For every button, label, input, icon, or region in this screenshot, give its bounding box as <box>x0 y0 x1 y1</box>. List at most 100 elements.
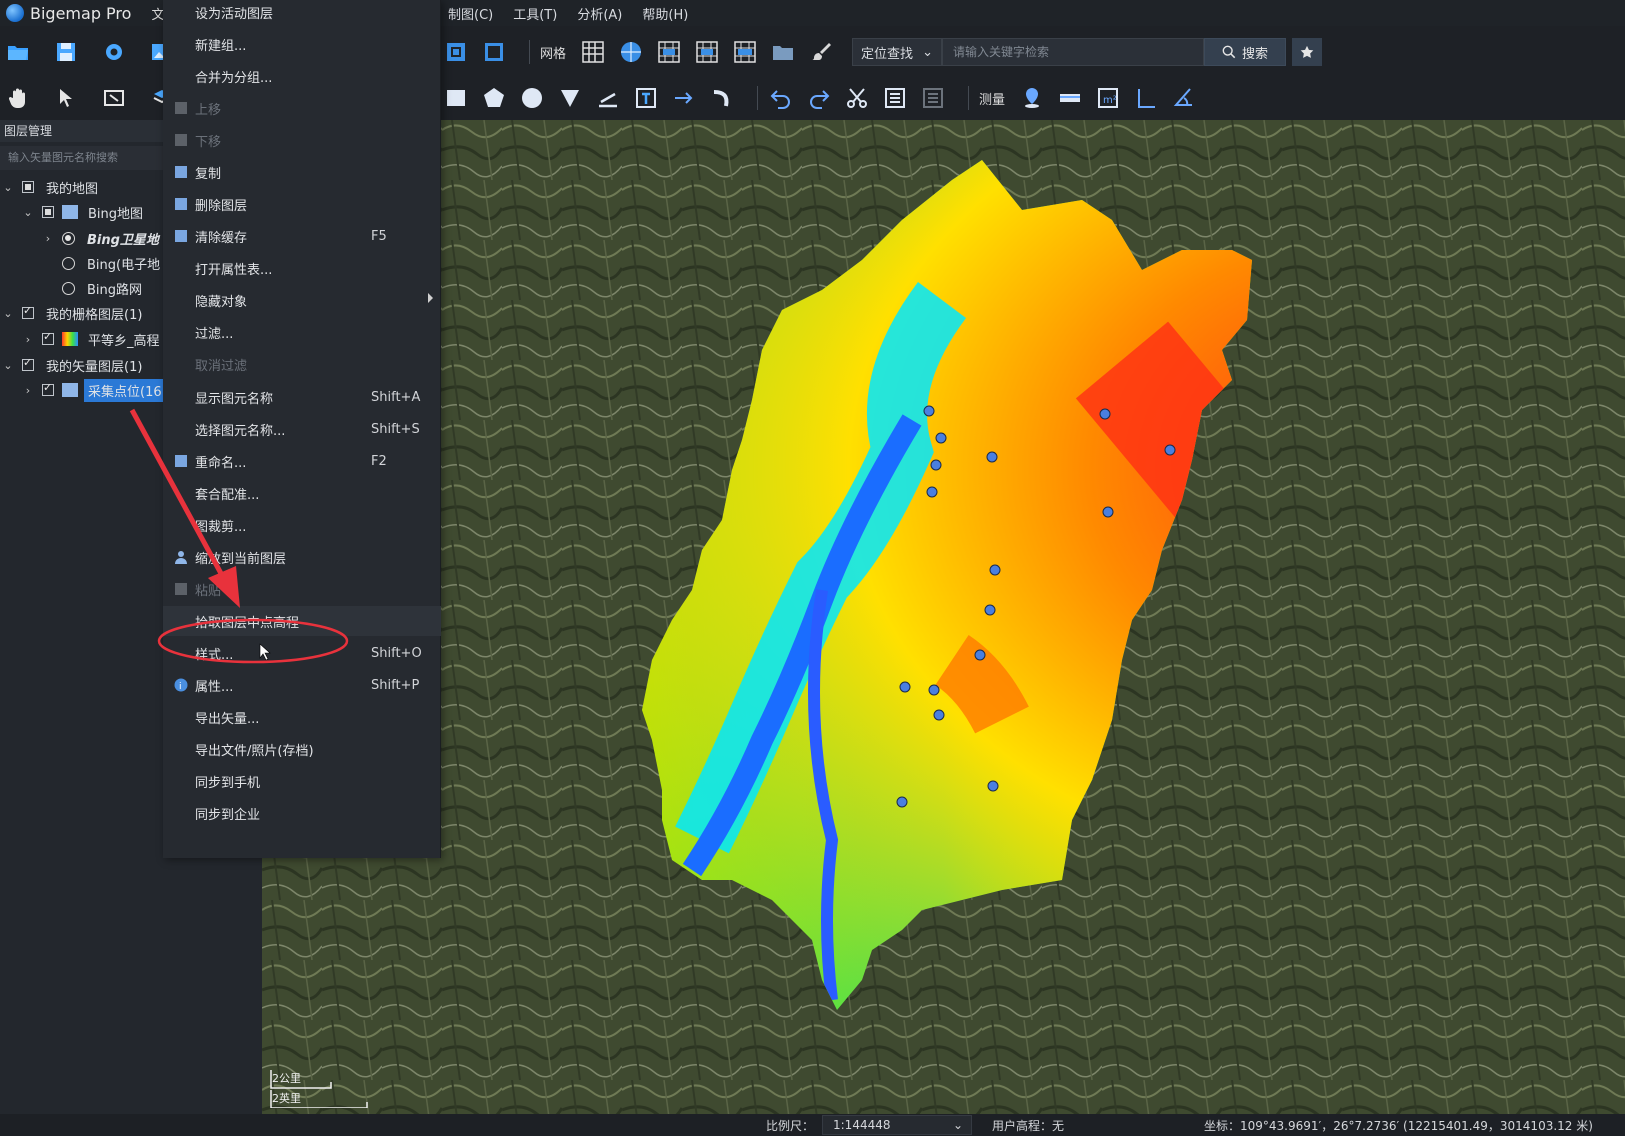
context-menu-item[interactable]: 套合配准... <box>163 478 441 508</box>
area-icon[interactable]: m² <box>1095 85 1121 111</box>
chevron-down-icon[interactable]: ⌄ <box>22 206 34 219</box>
context-menu-item[interactable]: 拾取图层中点高程 <box>163 606 441 636</box>
sample-point-marker[interactable] <box>1164 444 1176 456</box>
context-menu-item[interactable]: 删除图层 <box>163 189 441 219</box>
context-menu-item[interactable]: 显示图元名称 Shift+A <box>163 382 441 412</box>
context-menu-item[interactable]: 合并为分组... <box>163 61 441 91</box>
redo-icon[interactable] <box>806 85 832 111</box>
layer-checkbox[interactable] <box>42 330 54 345</box>
curve-tool-icon[interactable] <box>709 85 735 111</box>
mgrs-grid-icon[interactable] <box>732 39 758 65</box>
chevron-right-icon[interactable]: › <box>22 384 34 397</box>
menu-help[interactable]: 帮助(H) <box>642 4 688 23</box>
context-menu-item[interactable]: 打开属性表... <box>163 253 441 283</box>
fit-screen-icon[interactable] <box>481 39 507 65</box>
chevron-down-icon[interactable]: ⌄ <box>2 307 14 320</box>
layer-checkbox[interactable] <box>42 381 54 396</box>
layer-tree-item[interactable]: ⌄ 我的栅格图层(1) <box>0 301 170 325</box>
layer-tree-item[interactable]: › 平等乡_高程 <box>0 327 170 351</box>
layer-radio[interactable] <box>62 231 75 245</box>
layer-radio[interactable] <box>62 281 75 295</box>
sample-point-marker[interactable] <box>987 780 999 792</box>
chevron-down-icon[interactable]: ⌄ <box>2 359 14 372</box>
sample-point-marker[interactable] <box>926 486 938 498</box>
context-menu-item[interactable]: 隐藏对象 <box>163 285 441 315</box>
sample-point-marker[interactable] <box>930 459 942 471</box>
sample-point-marker[interactable] <box>899 681 911 693</box>
zoom-box-icon[interactable] <box>102 85 126 111</box>
sample-point-marker[interactable] <box>974 649 986 661</box>
undo-icon[interactable] <box>768 85 794 111</box>
layer-tree-item[interactable]: Bing路网 <box>0 276 170 300</box>
list-disabled-icon[interactable] <box>920 85 946 111</box>
context-menu-item[interactable]: 选择图元名称... Shift+S <box>163 414 441 444</box>
sample-point-marker[interactable] <box>896 796 908 808</box>
layer-search-input[interactable]: 输入矢量图元名称搜索 <box>0 146 170 170</box>
marker-icon[interactable] <box>557 85 583 111</box>
menu-analysis[interactable]: 分析(A) <box>577 4 622 23</box>
settings-gear-icon[interactable] <box>102 39 126 65</box>
layer-tree-item[interactable]: Bing(电子地 <box>0 251 170 275</box>
sample-point-marker[interactable] <box>935 432 947 444</box>
brush-icon[interactable] <box>808 39 834 65</box>
km-grid-icon[interactable] <box>656 39 682 65</box>
context-menu-item[interactable]: 同步到企业 <box>163 798 441 828</box>
context-menu-item[interactable]: 导出矢量... <box>163 702 441 732</box>
chevron-down-icon[interactable]: ⌄ <box>2 181 14 194</box>
context-menu-item[interactable]: 图裁剪... <box>163 510 441 540</box>
open-folder-icon[interactable] <box>6 39 30 65</box>
map-folder-icon[interactable] <box>770 39 796 65</box>
circle-icon[interactable] <box>519 85 545 111</box>
locate-dropdown[interactable]: 定位查找 ⌄ <box>852 38 943 66</box>
context-menu-item[interactable]: 新建组... <box>163 29 441 59</box>
pan-hand-icon[interactable] <box>6 85 30 111</box>
line-tool-icon[interactable] <box>595 85 621 111</box>
sample-point-marker[interactable] <box>923 405 935 417</box>
scissors-icon[interactable] <box>844 85 870 111</box>
context-menu-item[interactable]: 样式... Shift+O <box>163 638 441 668</box>
rectangle-icon[interactable] <box>443 85 469 111</box>
arrow-right-icon[interactable] <box>671 85 697 111</box>
layer-checkbox[interactable] <box>22 304 34 319</box>
layer-tree-item[interactable]: ⌄ Bing地图 <box>0 200 170 224</box>
layer-tree-item[interactable]: ⌄ 我的矢量图层(1) <box>0 353 170 377</box>
map-view[interactable] <box>262 120 1625 1114</box>
menu-tools[interactable]: 工具(T) <box>513 4 557 23</box>
nm-grid-icon[interactable] <box>694 39 720 65</box>
search-input[interactable] <box>942 38 1205 66</box>
context-menu-item[interactable]: 过滤... <box>163 317 441 347</box>
location-pin-icon[interactable] <box>1019 85 1045 111</box>
context-menu-item[interactable]: 同步到手机 <box>163 766 441 796</box>
chevron-right-icon[interactable]: › <box>22 333 34 346</box>
sample-point-marker[interactable] <box>984 604 996 616</box>
sample-point-marker[interactable] <box>989 564 1001 576</box>
context-menu-item[interactable]: 复制 <box>163 157 441 187</box>
sample-point-marker[interactable] <box>1099 408 1111 420</box>
context-menu-item[interactable]: 重命名... F2 <box>163 446 441 476</box>
scale-dropdown[interactable]: 1:144448 ⌄ <box>822 1115 972 1135</box>
list-edit-icon[interactable] <box>882 85 908 111</box>
angle-icon[interactable] <box>1133 85 1159 111</box>
favorite-button[interactable] <box>1292 38 1323 66</box>
layer-radio[interactable] <box>62 256 75 270</box>
text-tool-icon[interactable] <box>633 85 659 111</box>
layer-checkbox[interactable] <box>22 356 34 371</box>
globe-grid-icon[interactable] <box>618 39 644 65</box>
azimuth-icon[interactable] <box>1171 85 1197 111</box>
context-menu-item[interactable]: 缩放到当前图层 <box>163 542 441 572</box>
sample-point-marker[interactable] <box>928 684 940 696</box>
layer-checkbox[interactable] <box>22 181 34 193</box>
sample-point-marker[interactable] <box>986 451 998 463</box>
context-menu-item[interactable]: 清除缓存 F5 <box>163 221 441 251</box>
layer-tree-item[interactable]: › Bing卫星地 <box>0 226 170 250</box>
polygon-icon[interactable] <box>481 85 507 111</box>
grid-icon[interactable] <box>580 39 606 65</box>
sample-point-marker[interactable] <box>1102 506 1114 518</box>
layer-checkbox[interactable] <box>42 206 54 218</box>
select-pointer-icon[interactable] <box>54 85 78 111</box>
layer-tree-item[interactable]: › 采集点位(16 <box>0 378 170 402</box>
distance-icon[interactable] <box>1057 85 1083 111</box>
chevron-right-icon[interactable]: › <box>42 232 54 245</box>
context-menu-item[interactable]: 导出文件/照片(存档) <box>163 734 441 764</box>
layer-tree-item[interactable]: ⌄ 我的地图 <box>0 175 170 199</box>
